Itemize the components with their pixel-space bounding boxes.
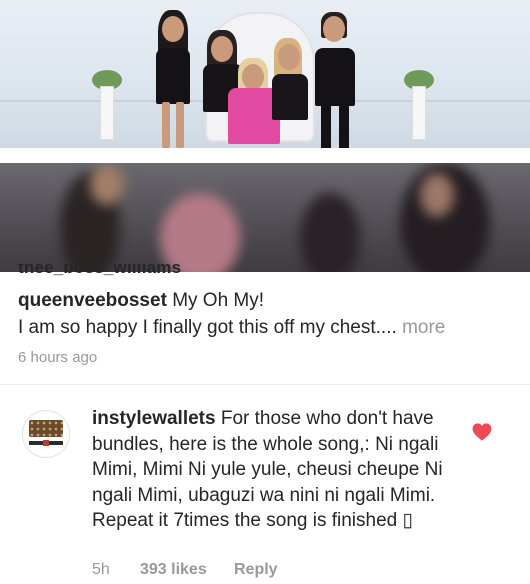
comment-actions: 5h 393 likes Reply (92, 561, 278, 579)
likes-count[interactable]: 393 likes (140, 561, 234, 579)
cut-off-username[interactable]: thee_boss_williams (18, 264, 181, 278)
blurred-figure (90, 165, 124, 205)
caption-username[interactable]: queenveebosset (18, 290, 167, 311)
comment-username[interactable]: instylewallets (92, 408, 216, 429)
more-link[interactable]: more (402, 317, 445, 338)
video-still-bottom[interactable] (0, 163, 530, 272)
plant-right (404, 70, 434, 140)
image-gap (0, 148, 530, 163)
blurred-figure (300, 193, 360, 272)
avatar[interactable] (22, 410, 70, 458)
plant-left (92, 70, 122, 140)
video-still-top[interactable] (0, 0, 530, 148)
post-timestamp: 6 hours ago (18, 349, 98, 366)
post-caption: queenveebosset My Oh My! I am so happy I… (18, 287, 518, 341)
comment-emoji: ▯ (402, 510, 413, 531)
comment-time: 5h (92, 561, 110, 578)
caption-body: I am so happy I finally got this off my … (18, 317, 397, 338)
comment-text: instylewallets For those who don't have … (92, 406, 462, 534)
blurred-figure (160, 193, 240, 272)
heart-icon[interactable] (472, 423, 492, 441)
blurred-figure (420, 173, 454, 217)
caption-title: My Oh My! (172, 290, 265, 311)
wallet-avatar-icon (29, 420, 63, 437)
avatar-strap-accent (43, 440, 49, 446)
divider (0, 384, 530, 385)
reply-button[interactable]: Reply (234, 561, 278, 579)
